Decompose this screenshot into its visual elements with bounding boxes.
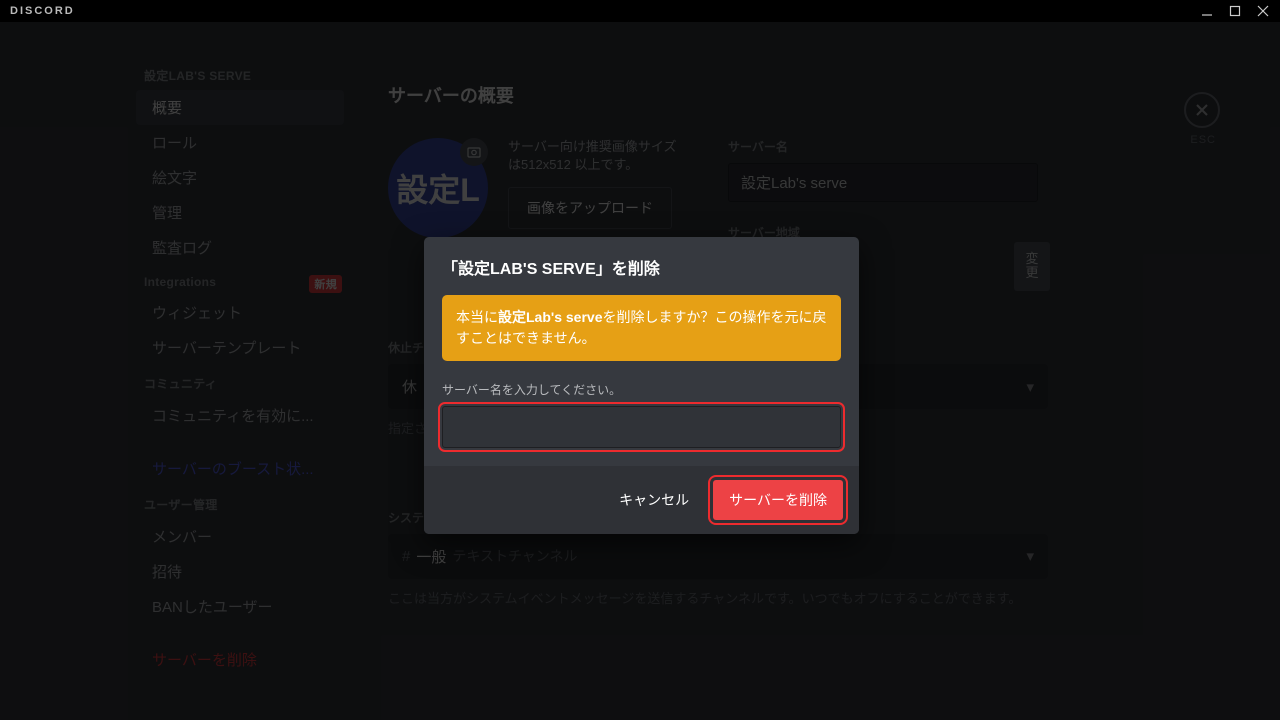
confirm-server-name-input[interactable] (442, 406, 841, 448)
sidebar-item-boost[interactable]: サーバーのブースト状... (136, 451, 344, 486)
sidebar-header-integrations: Integrations 新規 (128, 265, 352, 295)
image-hint: サーバー向け推奨画像サイズは512x512 以上です。 (508, 138, 688, 173)
maximize-icon[interactable] (1228, 4, 1242, 18)
upload-image-icon[interactable] (460, 138, 488, 166)
hash-icon: # (402, 548, 410, 565)
window-titlebar: DISCORD (0, 0, 1280, 22)
brand-logo: DISCORD (10, 5, 75, 17)
minimize-icon[interactable] (1200, 4, 1214, 18)
page-title: サーバーの概要 (388, 82, 1200, 108)
change-region-button[interactable]: 変更 (1014, 242, 1050, 291)
window-close-icon[interactable] (1256, 4, 1270, 18)
server-name-label: サーバー名 (728, 138, 1038, 155)
modal-warning: 本当に設定Lab's serveを削除しますか？この操作を元に戻すことはできませ… (442, 295, 841, 361)
sidebar-item-moderation[interactable]: 管理 (136, 195, 344, 230)
sidebar-item-delete-server[interactable]: サーバーを削除 (136, 642, 344, 677)
sidebar-item-enable-community[interactable]: コミュニティを有効に... (136, 398, 344, 433)
sidebar-item-roles[interactable]: ロール (136, 125, 344, 160)
sidebar-header-server: 設定LAB'S SERVE (128, 57, 352, 90)
sidebar-header-usermgmt: ユーザー管理 (128, 486, 352, 519)
new-badge: 新規 (309, 275, 342, 293)
sidebar-item-widget[interactable]: ウィジェット (136, 295, 344, 330)
sidebar-item-overview[interactable]: 概要 (136, 90, 344, 125)
delete-server-button[interactable]: サーバーを削除 (713, 480, 843, 520)
sidebar-item-bans[interactable]: BANしたユーザー (136, 589, 344, 624)
sidebar-header-community: コミュニティ (128, 365, 352, 398)
sidebar-item-auditlog[interactable]: 監査ログ (136, 230, 344, 265)
system-channel-note: ここは当方がシステムイベントメッセージを送信するチャンネルです。いつでもオフにす… (388, 589, 1048, 609)
settings-sidebar: 設定LAB'S SERVE 概要 ロール 絵文字 管理 監査ログ Integra… (128, 57, 352, 677)
cancel-button[interactable]: キャンセル (613, 489, 695, 511)
modal-title: 「設定LAB'S SERVE」を削除 (442, 255, 841, 279)
chevron-down-icon: ▾ (1026, 378, 1034, 396)
confirm-input-label: サーバー名を入力してください。 (442, 381, 841, 398)
sidebar-item-emoji[interactable]: 絵文字 (136, 160, 344, 195)
sidebar-item-template[interactable]: サーバーテンプレート (136, 330, 344, 365)
sidebar-item-members[interactable]: メンバー (136, 519, 344, 554)
system-channel-select[interactable]: # 一般 テキストチャンネル ▾ (388, 534, 1048, 579)
server-name-input[interactable] (728, 163, 1038, 202)
chevron-down-icon: ▾ (1026, 547, 1034, 565)
upload-image-button[interactable]: 画像をアップロード (508, 187, 672, 229)
sidebar-item-invites[interactable]: 招待 (136, 554, 344, 589)
delete-server-modal: 「設定LAB'S SERVE」を削除 本当に設定Lab's serveを削除しま… (424, 237, 859, 534)
